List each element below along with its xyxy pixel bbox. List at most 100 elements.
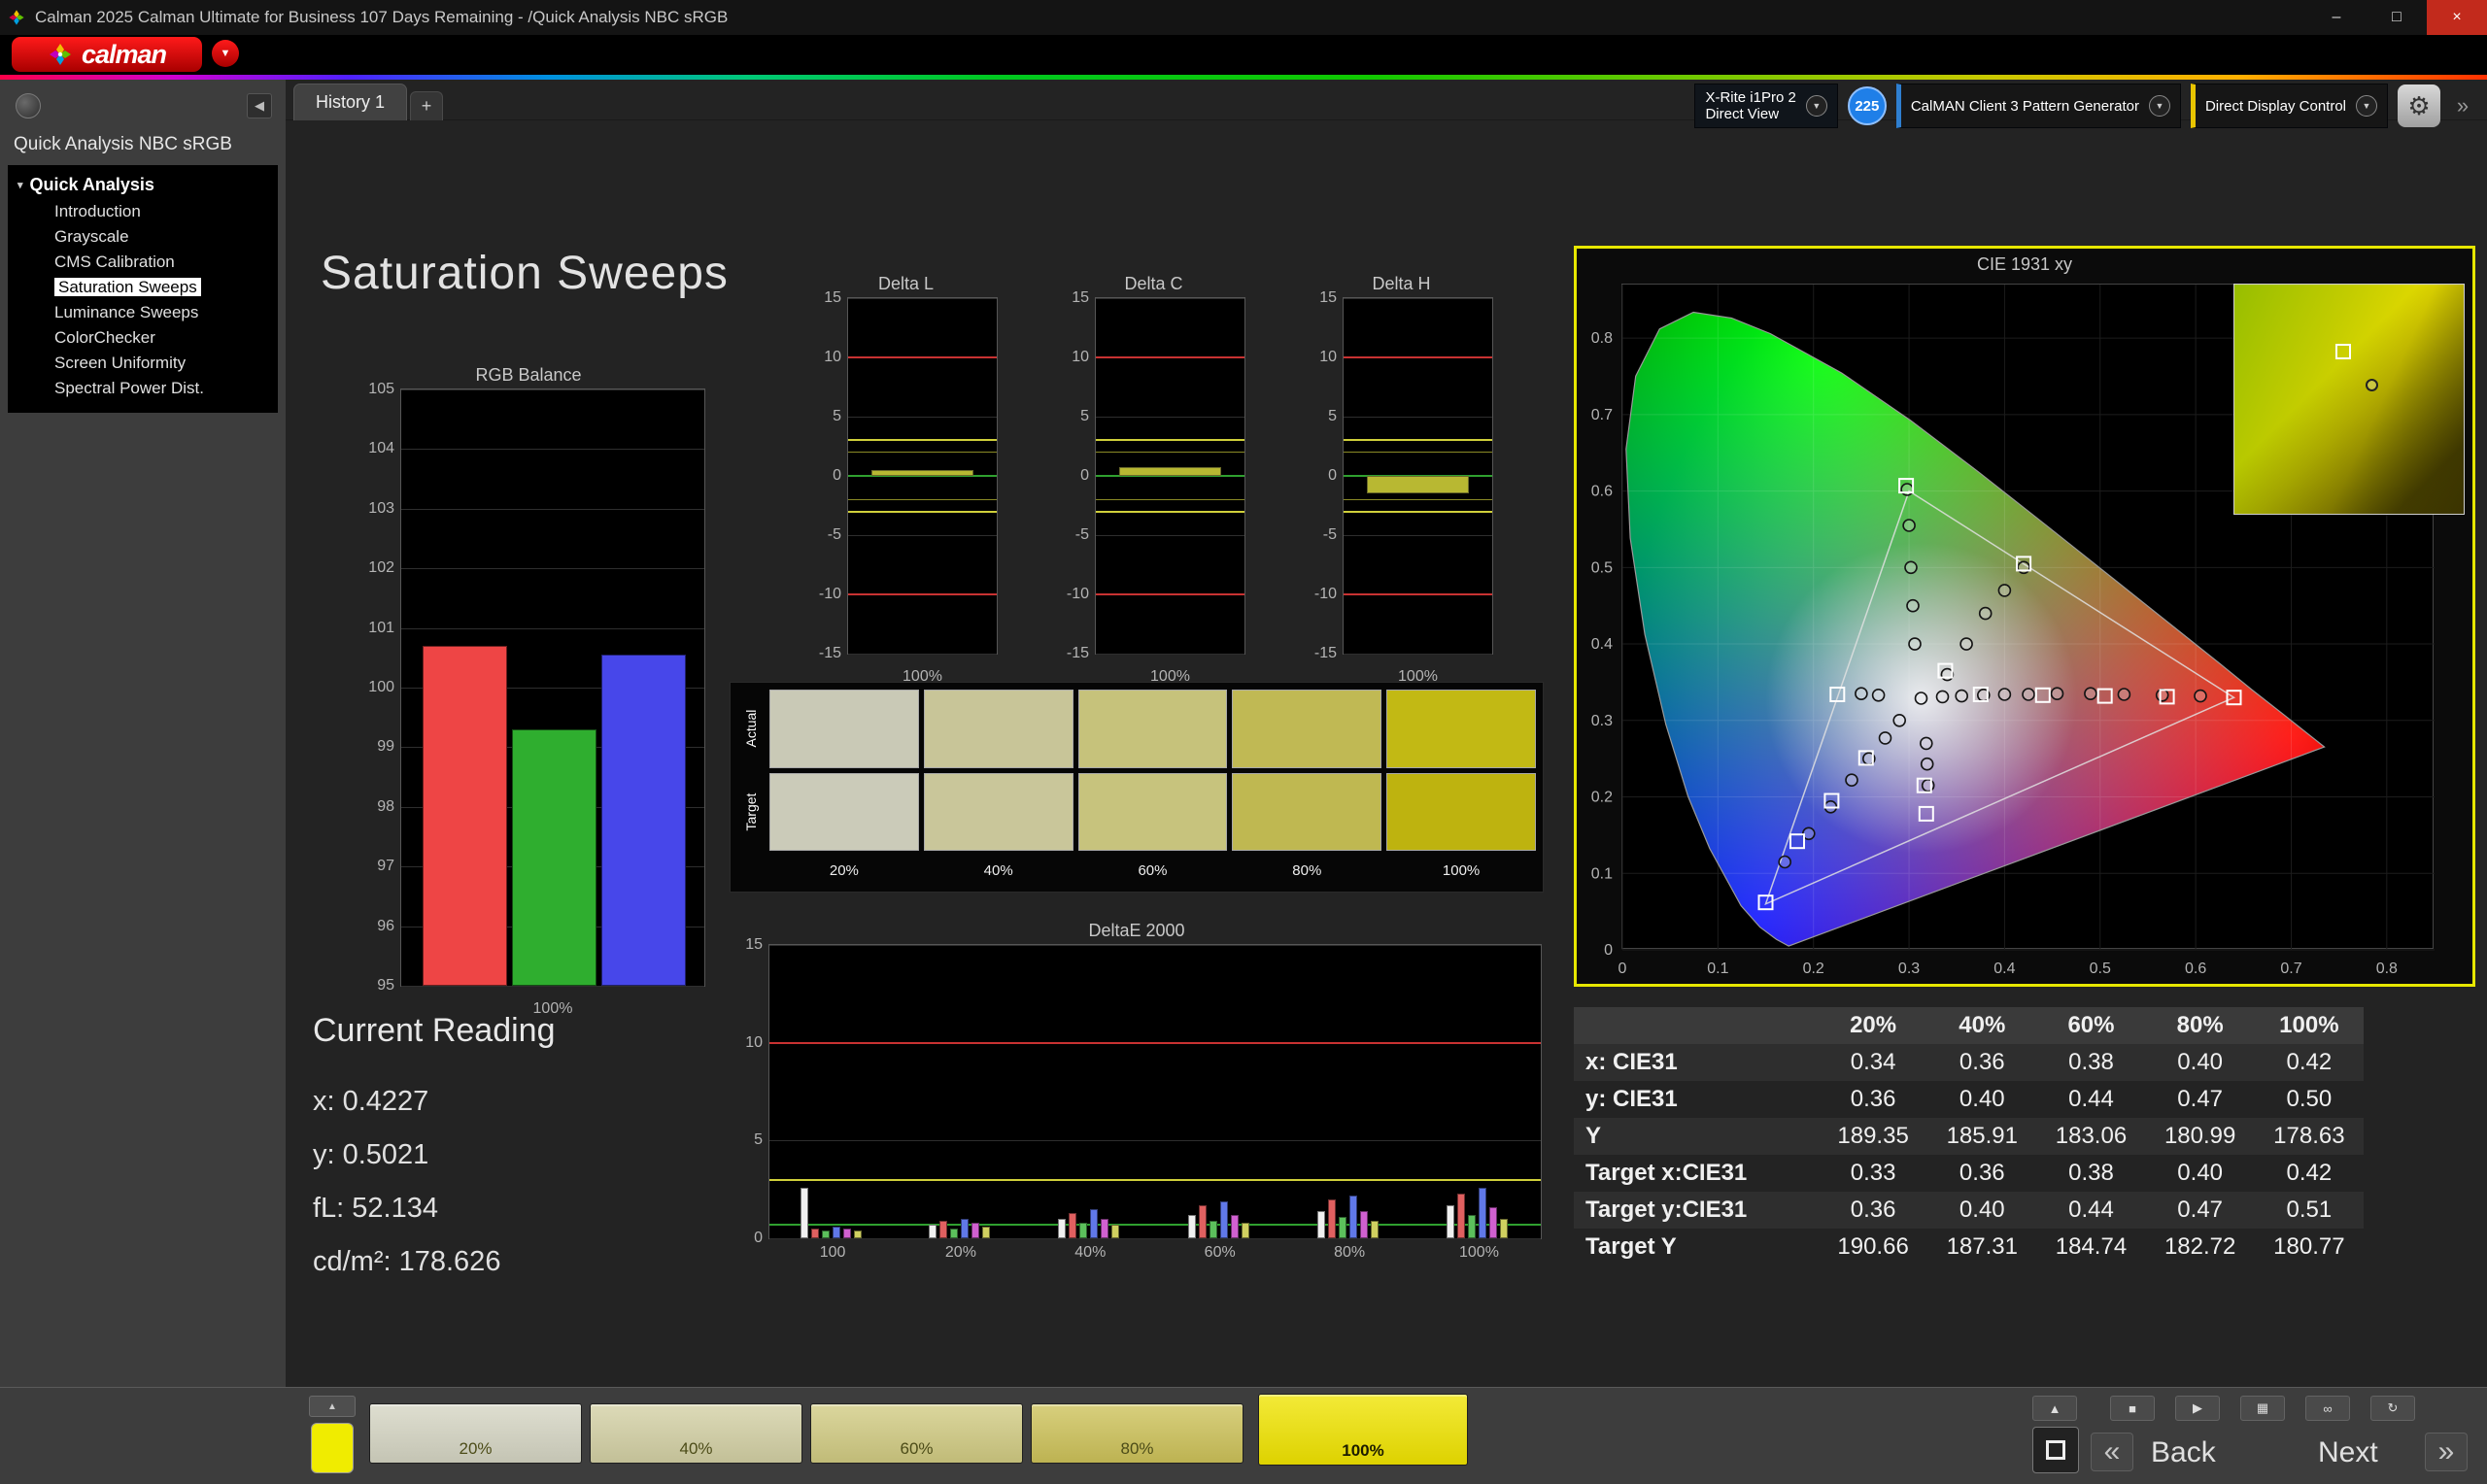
stop-button[interactable]: ■ — [2110, 1396, 2155, 1421]
table-corner-cell — [1574, 1007, 1819, 1044]
swatch-col-label-40: 40% — [983, 861, 1013, 879]
delta-c-chart: Delta C 15 10 5 0 -5 -10 -15 100% — [1060, 270, 1247, 690]
play-button[interactable]: ▶ — [2175, 1396, 2220, 1421]
swatch-panel-toggle-button[interactable]: ▲ — [309, 1396, 356, 1417]
settings-gear-button[interactable]: ⚙ — [2398, 84, 2440, 127]
saturation-level-button-80[interactable]: 80% — [1031, 1403, 1244, 1464]
add-tab-button[interactable]: + — [410, 91, 444, 120]
workflow-tree: ▾ Quick Analysis Introduction Grayscale CM… — [8, 165, 278, 413]
app-icon — [8, 9, 25, 26]
pattern-window-icon — [2046, 1440, 2065, 1460]
table-row-target-y: Target Y 190.66 187.31 184.74 182.72 180.77 — [1574, 1229, 2364, 1265]
swatch-actual-40 — [923, 690, 1073, 768]
back-button[interactable]: Back — [2151, 1436, 2216, 1469]
sidebar-item-spectral-power-dist[interactable]: Spectral Power Dist. — [8, 376, 278, 401]
tab-history-1[interactable]: History 1 — [293, 84, 408, 120]
meter-dropdown[interactable]: X-Rite i1Pro 2 Direct View ▼ — [1694, 84, 1838, 128]
chevron-down-icon: ▼ — [1805, 95, 1827, 117]
display-control-dropdown[interactable]: Direct Display Control ▼ — [2190, 84, 2388, 128]
swatch-actual-20 — [769, 690, 919, 768]
sidebar-item-screen-uniformity[interactable]: Screen Uniformity — [8, 351, 278, 376]
table-row-target-x-cie31: Target x:CIE31 0.33 0.36 0.38 0.40 0.42 — [1574, 1155, 2364, 1192]
svg-text:0.7: 0.7 — [2280, 961, 2301, 977]
svg-text:0.1: 0.1 — [1591, 865, 1613, 882]
next-button[interactable]: Next — [2318, 1436, 2378, 1469]
panel-up-button[interactable]: ▲ — [2032, 1396, 2077, 1421]
tree-expand-icon: ▾ — [17, 180, 23, 191]
swatch-row-label-target: Target — [743, 793, 759, 831]
sidebar-collapse-button[interactable]: ◀ — [247, 93, 272, 118]
current-reading: Current Reading x: 0.4227 y: 0.5021 fL: 52… — [313, 1012, 731, 1289]
current-reading-value: fL: 52.134 — [313, 1193, 438, 1224]
inset-target-marker — [2334, 344, 2351, 360]
close-button[interactable]: × — [2427, 0, 2487, 35]
svg-text:0.2: 0.2 — [1803, 961, 1824, 977]
minimize-button[interactable]: – — [2306, 0, 2367, 35]
meter-count-badge[interactable]: 225 — [1847, 86, 1887, 125]
back-chevron-button[interactable]: « — [2091, 1433, 2133, 1471]
svg-text:0.8: 0.8 — [2376, 961, 2398, 977]
deltae-group-60 — [1187, 945, 1249, 1238]
page-title: Saturation Sweeps — [321, 248, 729, 299]
save-button[interactable]: ▦ — [2240, 1396, 2285, 1421]
svg-text:0.4: 0.4 — [1591, 636, 1613, 653]
chevron-down-icon: ▼ — [2148, 95, 2170, 117]
maximize-button[interactable]: □ — [2367, 0, 2427, 35]
title-bar: Calman 2025 Calman Ultimate for Business… — [0, 0, 2487, 35]
workflow-tree-items: Introduction Grayscale CMS Calibration Satu… — [8, 199, 278, 401]
table-col-header-100: 100% — [2254, 1007, 2364, 1044]
table-col-header-20: 20% — [1819, 1007, 1928, 1044]
svg-text:0.6: 0.6 — [2185, 961, 2206, 977]
sidebar-session-button[interactable] — [16, 93, 41, 118]
saturation-level-button-40[interactable]: 40% — [590, 1403, 802, 1464]
svg-text:0.3: 0.3 — [1591, 713, 1613, 729]
saturation-level-button-20[interactable]: 20% — [369, 1403, 582, 1464]
table-col-header-80: 80% — [2145, 1007, 2255, 1044]
swatch-target-40 — [923, 772, 1073, 851]
swatch-col-label-20: 20% — [829, 861, 859, 879]
continuous-button[interactable]: ∞ — [2305, 1396, 2350, 1421]
rgb-balance-chart: RGB Balance 105 104 103 102 101 100 99 98 97 96 95… — [350, 361, 707, 1022]
meter-name: X-Rite i1Pro 2 — [1705, 89, 1796, 106]
svg-text:0.4: 0.4 — [1993, 961, 2015, 977]
swatch-col-label-60: 60% — [1138, 861, 1168, 879]
current-color-swatch — [311, 1423, 354, 1473]
meter-mode: Direct View — [1705, 106, 1780, 122]
panel-collapse-button[interactable]: » — [2450, 84, 2475, 127]
pattern-window-button[interactable] — [2032, 1427, 2079, 1473]
deltae-group-80 — [1317, 945, 1380, 1238]
svg-text:0.6: 0.6 — [1591, 484, 1613, 500]
sidebar-item-grayscale[interactable]: Grayscale — [8, 224, 278, 250]
svg-text:0.3: 0.3 — [1898, 961, 1920, 977]
svg-text:0: 0 — [1618, 961, 1627, 977]
svg-text:0: 0 — [1604, 942, 1613, 959]
saturation-level-button-100[interactable]: 100% — [1258, 1394, 1468, 1466]
rgb-bar-blue — [601, 655, 686, 986]
logo-dropdown-button[interactable]: ▼ — [212, 40, 239, 67]
sidebar-item-colorchecker[interactable]: ColorChecker — [8, 325, 278, 351]
delta-l-chart: Delta L 15 10 5 0 -5 -10 -15 100% — [812, 270, 1000, 690]
calman-logo-button[interactable]: calman — [12, 37, 202, 72]
sidebar-item-cms-calibration[interactable]: CMS Calibration — [8, 250, 278, 275]
app-window: Calman 2025 Calman Ultimate for Business… — [0, 0, 2487, 1484]
refresh-button[interactable]: ↻ — [2370, 1396, 2415, 1421]
next-chevron-button[interactable]: » — [2425, 1433, 2468, 1471]
sidebar-item-luminance-sweeps[interactable]: Luminance Sweeps — [8, 300, 278, 325]
sidebar: ◀ Quick Analysis NBC sRGB ▾ Quick Analys… — [0, 80, 286, 1484]
cie-chart-title: CIE 1931 xy — [1976, 254, 2073, 274]
swatch-row-label-actual: Actual — [743, 709, 759, 748]
current-reading-value: y: 0.5021 — [313, 1139, 429, 1170]
delta-h-bar — [1367, 476, 1469, 494]
sidebar-item-introduction[interactable]: Introduction — [8, 199, 278, 224]
delta-h-chart: Delta H 15 10 5 0 -5 -10 -15 100% — [1308, 270, 1495, 690]
delta-l-bar — [871, 469, 973, 476]
saturation-level-button-60[interactable]: 60% — [810, 1403, 1023, 1464]
tree-root-quick-analysis[interactable]: ▾ Quick Analysis — [8, 171, 278, 199]
swatch-target-60 — [1077, 772, 1228, 851]
deltae-group-20 — [928, 945, 990, 1238]
pattern-generator-dropdown[interactable]: CalMAN Client 3 Pattern Generator ▼ — [1895, 84, 2181, 128]
calman-brand-text: calman — [81, 39, 167, 69]
rgb-bar-red — [423, 646, 507, 986]
sidebar-item-saturation-sweeps[interactable]: Saturation Sweeps — [8, 275, 278, 300]
delta-c-bar — [1119, 467, 1221, 476]
